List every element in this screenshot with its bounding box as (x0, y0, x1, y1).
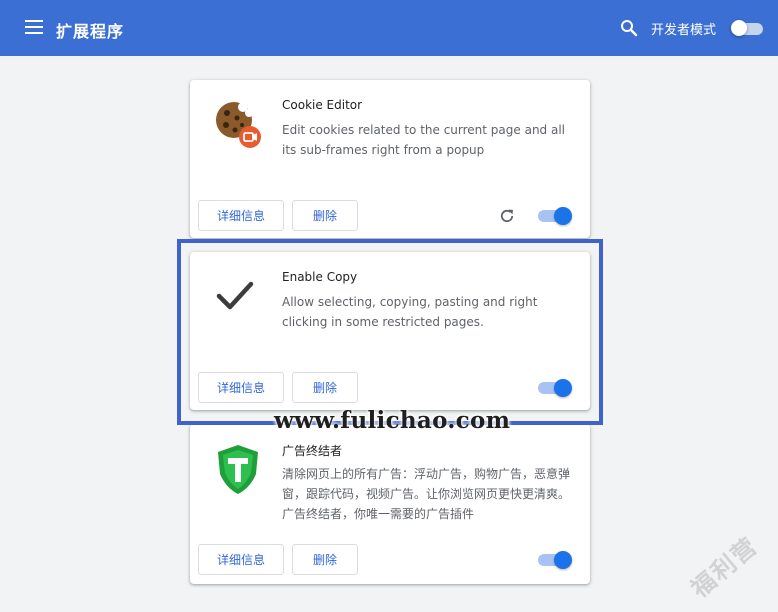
extension-name: Enable Copy (282, 270, 358, 284)
cookie-icon (216, 102, 261, 148)
watermark-text: www.fulichao.com (274, 407, 511, 434)
details-button[interactable]: 详细信息 (198, 544, 284, 575)
checkmark-icon (216, 281, 254, 310)
extension-card: Enable Copy Allow selecting, copying, pa… (190, 252, 590, 410)
extension-description: 清除网页上的所有广告：浮动广告，购物广告，恶意弹窗，跟踪代码，视频广告。让你浏览… (282, 467, 571, 521)
remove-button[interactable]: 删除 (292, 200, 358, 231)
remove-button[interactable]: 删除 (292, 544, 358, 575)
enable-toggle[interactable] (538, 551, 572, 569)
remove-button[interactable]: 删除 (292, 372, 358, 403)
extension-name: Cookie Editor (282, 98, 363, 112)
extension-card: 广告终结者 清除网页上的所有广告：浮动广告，购物广告，恶意弹窗，跟踪代码，视频广… (190, 424, 590, 584)
extension-name: 广告终结者 (282, 444, 343, 458)
search-icon[interactable] (620, 19, 638, 37)
details-button[interactable]: 详细信息 (198, 372, 284, 403)
developer-mode-toggle[interactable] (731, 20, 763, 36)
details-button[interactable]: 详细信息 (198, 200, 284, 231)
shield-t-icon (218, 445, 258, 494)
extension-description: Allow selecting, copying, pasting and ri… (282, 295, 538, 329)
page-title: 扩展程序 (56, 22, 125, 41)
corner-watermark: 福利营 (685, 531, 764, 604)
extension-description: Edit cookies related to the current page… (282, 123, 565, 157)
top-bar: 扩展程序 开发者模式 (0, 0, 778, 56)
enable-toggle[interactable] (538, 379, 572, 397)
extension-card: Cookie Editor Edit cookies related to th… (190, 80, 590, 238)
enable-toggle[interactable] (538, 207, 572, 225)
developer-mode-label: 开发者模式 (651, 23, 717, 38)
hamburger-menu-icon[interactable] (25, 20, 43, 34)
reload-icon[interactable] (498, 207, 516, 225)
